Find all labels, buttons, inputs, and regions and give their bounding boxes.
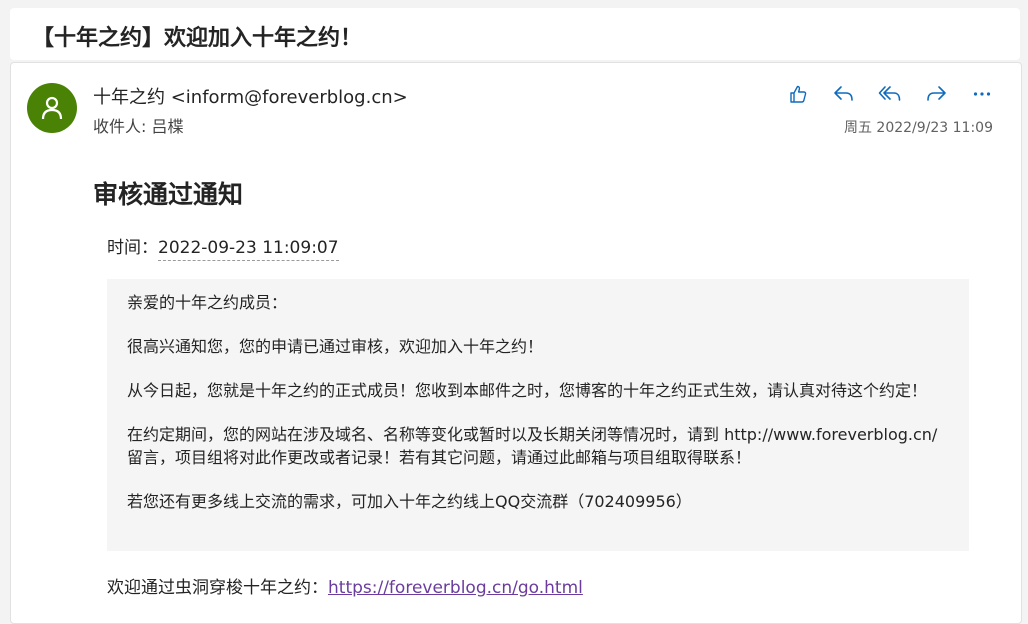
time-label: 时间： <box>107 238 158 258</box>
approval-paragraph: 很高兴通知您，您的申请已通过审核，欢迎加入十年之约！ <box>127 337 544 356</box>
message-actions <box>783 81 997 107</box>
membership-paragraph: 从今日起，您就是十年之约的正式成员！您收到本邮件之时，您博客的十年之约正式生效，… <box>127 381 928 400</box>
qq-group-paragraph: 若您还有更多线上交流的需求，可加入十年之约线上QQ交流群（702409956） <box>127 492 692 511</box>
wormhole-line: 欢迎通过虫洞穿梭十年之约：https://foreverblog.cn/go.h… <box>107 573 583 598</box>
changes-paragraph: 在约定期间，您的网站在涉及域名、名称等变化或暂时以及长期关闭等情况时，请到 ht… <box>127 425 938 467</box>
more-actions-button[interactable] <box>967 81 997 107</box>
notification-time: 时间：2022-09-23 11:09:07 <box>107 233 339 261</box>
body-title: 审核通过通知 <box>93 180 244 209</box>
email-reading-pane: 十年之约 <inform@foreverblog.cn> 收件人: 吕楪 周五 … <box>10 62 1022 624</box>
sent-date: 周五 2022/9/23 11:09 <box>843 120 993 136</box>
person-icon <box>41 96 63 120</box>
wormhole-link[interactable]: https://foreverblog.cn/go.html <box>328 578 583 598</box>
forward-icon <box>927 86 946 101</box>
message-content-box: 亲爱的十年之约成员： 很高兴通知您，您的申请已通过审核，欢迎加入十年之约！ 从今… <box>107 279 969 551</box>
like-button[interactable] <box>783 81 813 107</box>
like-icon <box>790 85 807 103</box>
forward-button[interactable] <box>921 81 951 107</box>
reply-all-icon <box>878 86 901 101</box>
recipients-line: 收件人: 吕楪 <box>93 117 184 136</box>
reply-button[interactable] <box>829 81 859 107</box>
reply-icon <box>834 86 853 101</box>
greeting-paragraph: 亲爱的十年之约成员： <box>127 293 288 312</box>
more-icon <box>973 92 991 96</box>
avatar[interactable] <box>27 83 77 133</box>
sender-name[interactable]: 十年之约 <inform@foreverblog.cn> <box>93 83 408 109</box>
reply-all-button[interactable] <box>875 81 905 107</box>
subject-bar: 【十年之约】欢迎加入十年之约！ <box>10 8 1020 60</box>
wormhole-label: 欢迎通过虫洞穿梭十年之约： <box>107 578 328 598</box>
email-subject: 【十年之约】欢迎加入十年之约！ <box>32 26 363 51</box>
time-value[interactable]: 2022-09-23 11:09:07 <box>158 238 339 261</box>
